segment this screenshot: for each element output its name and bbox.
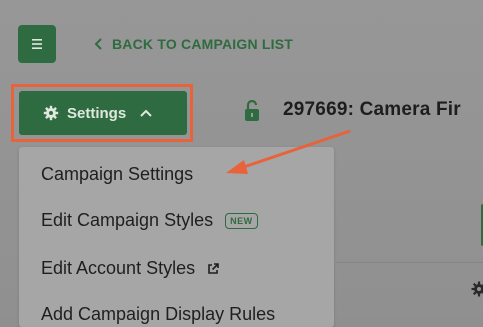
new-badge: NEW <box>225 212 258 229</box>
gear-icon[interactable] <box>468 278 483 300</box>
settings-button-label: Settings <box>67 104 127 122</box>
settings-button[interactable]: Settings <box>19 91 187 135</box>
menu-item-edit-account-styles[interactable]: Edit Account Styles <box>41 258 219 279</box>
campaign-title: 297669: Camera Fir <box>283 99 461 120</box>
menu-item-label: Edit Campaign Styles <box>41 210 214 230</box>
menu-item-campaign-settings[interactable]: Campaign Settings <box>41 164 193 185</box>
menu-item-edit-campaign-styles[interactable]: Edit Campaign Styles NEW <box>41 210 258 231</box>
page-background: BACK TO CAMPAIGN LIST Settings 297669: C… <box>0 0 483 327</box>
menu-item-label: Edit Account Styles <box>41 258 196 278</box>
lock-open-icon <box>245 100 259 121</box>
menu-icon <box>32 39 42 49</box>
back-to-campaign-list-link[interactable]: BACK TO CAMPAIGN LIST <box>94 36 293 52</box>
menu-item-label: Add Campaign Display Rules <box>41 304 276 324</box>
gear-icon <box>43 105 59 121</box>
divider <box>336 262 483 263</box>
menu-button[interactable] <box>18 25 56 63</box>
chevron-left-icon <box>94 38 102 50</box>
chevron-up-icon <box>140 109 152 117</box>
back-link-label: BACK TO CAMPAIGN LIST <box>112 36 294 52</box>
settings-dropdown-menu: Campaign Settings Edit Campaign Styles N… <box>19 147 334 327</box>
menu-item-label: Campaign Settings <box>41 164 194 184</box>
external-link-icon <box>208 262 219 274</box>
menu-item-add-campaign-display-rules[interactable]: Add Campaign Display Rules <box>41 304 275 325</box>
